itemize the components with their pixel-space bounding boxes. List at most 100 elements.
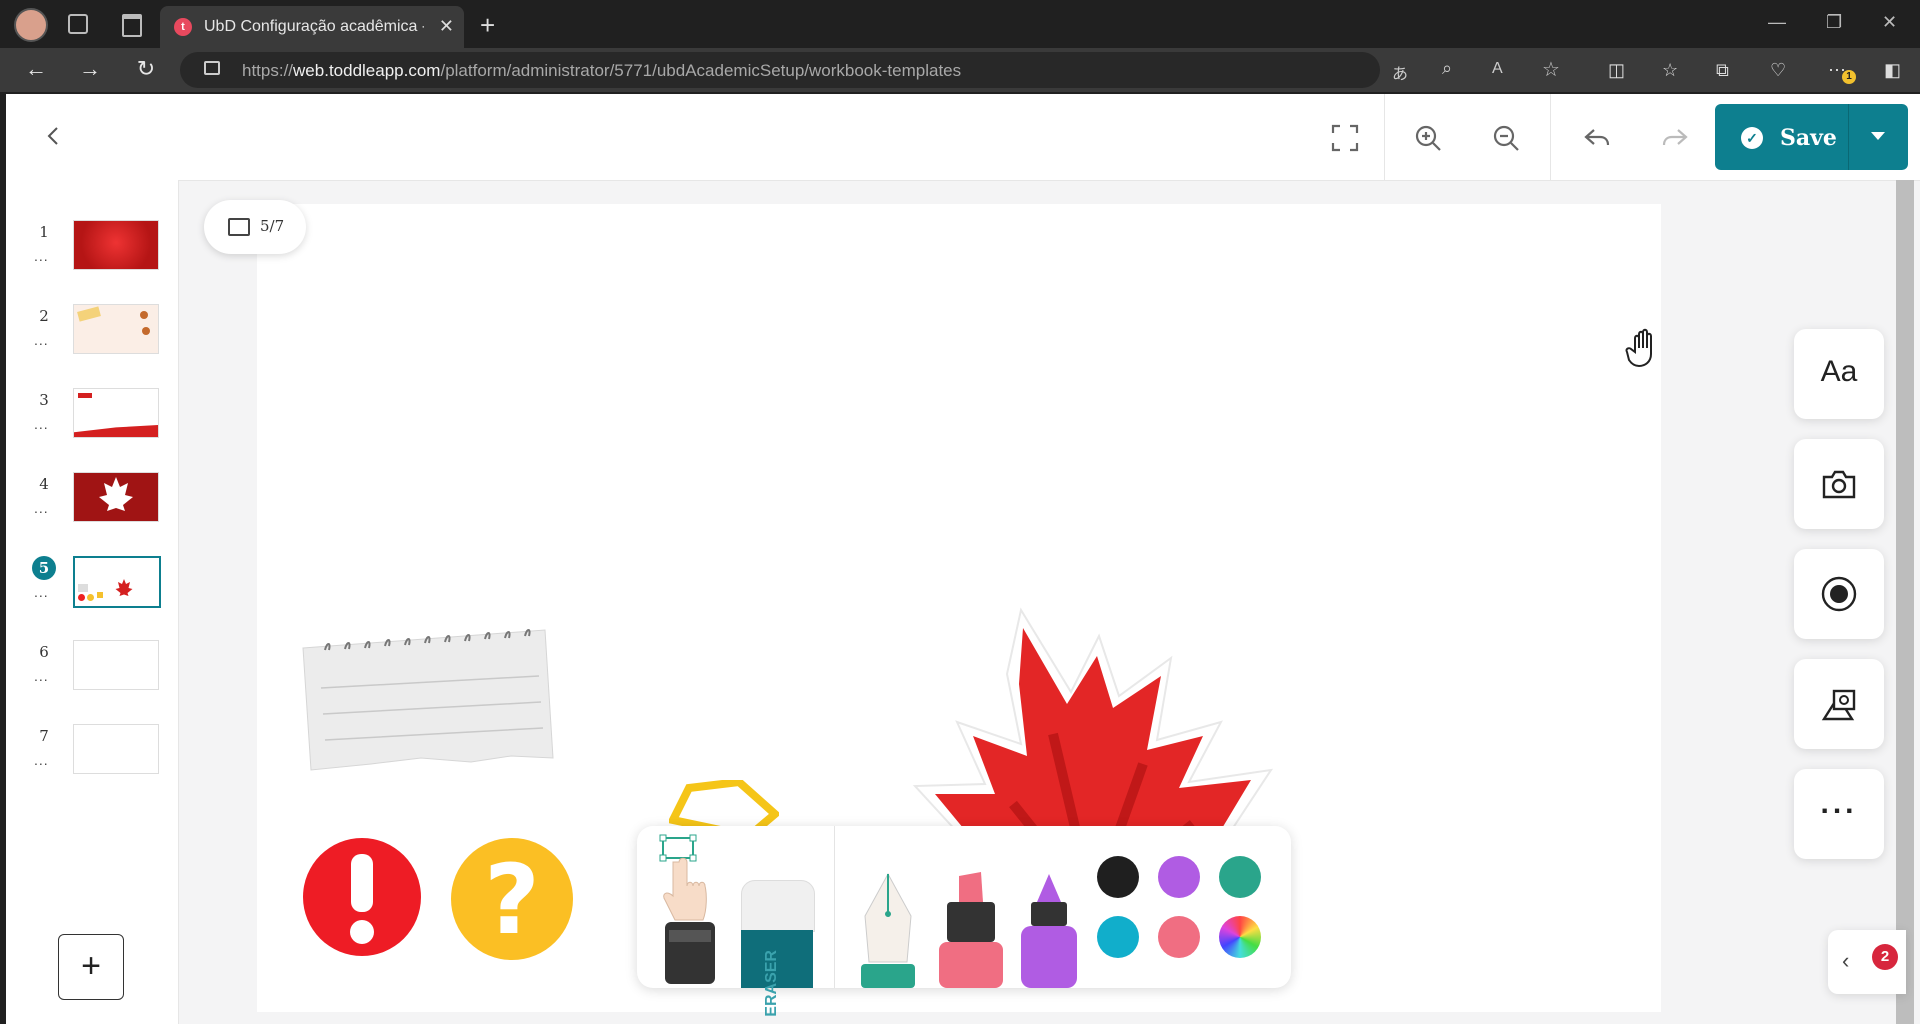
slide-item-1[interactable]: 1 ... bbox=[26, 220, 166, 272]
browser-health-icon[interactable]: ♡ bbox=[1770, 60, 1786, 81]
expand-panel-button[interactable]: ‹ 2 bbox=[1828, 930, 1906, 994]
slide-thumbnail[interactable] bbox=[73, 556, 161, 608]
slide-options-icon[interactable]: ... bbox=[34, 248, 49, 264]
slide-item-3[interactable]: 3 ... bbox=[26, 388, 166, 440]
active-tab[interactable]: t UbD Configuração acadêmica - M ✕ bbox=[160, 6, 464, 48]
thumb-decoration bbox=[78, 584, 88, 592]
slide-options-icon[interactable]: ... bbox=[34, 332, 49, 348]
camera-icon bbox=[1822, 470, 1856, 499]
color-swatch-black[interactable] bbox=[1097, 856, 1139, 898]
slide-item-4[interactable]: 4 ... bbox=[26, 472, 166, 524]
color-swatch-pink[interactable] bbox=[1158, 916, 1200, 958]
sidebar-toggle-icon[interactable]: ◧ bbox=[1884, 60, 1901, 81]
back-icon[interactable]: ← bbox=[22, 56, 50, 82]
add-slide-button[interactable]: + bbox=[58, 934, 124, 1000]
undo-icon[interactable] bbox=[1582, 122, 1614, 154]
redo-icon[interactable] bbox=[1658, 122, 1690, 154]
slides-sidebar: 1 ... 2 ... 3 ... 4 ... 5 ... 6 ... 7 ..… bbox=[6, 180, 179, 1024]
minimize-icon[interactable]: — bbox=[1768, 12, 1786, 33]
slide-options-icon[interactable]: ... bbox=[34, 668, 49, 684]
slide-thumbnail[interactable] bbox=[73, 388, 159, 438]
slide-item-6[interactable]: 6 ... bbox=[26, 640, 166, 692]
notepad-paper-sticker[interactable] bbox=[301, 628, 563, 778]
color-swatch-cyan[interactable] bbox=[1097, 916, 1139, 958]
eraser-tool[interactable]: ERASER bbox=[741, 880, 815, 1017]
restore-icon[interactable]: ❐ bbox=[1826, 12, 1842, 33]
slide-item-7[interactable]: 7 ... bbox=[26, 724, 166, 776]
favorites-icon[interactable]: ☆ bbox=[1662, 60, 1678, 81]
thumb-decoration bbox=[78, 594, 85, 601]
thumb-decoration bbox=[87, 594, 94, 601]
url-field[interactable]: https://web.toddleapp.com/platform/admin… bbox=[180, 52, 1560, 88]
slide-number: 4 bbox=[39, 475, 49, 493]
profile-avatar[interactable] bbox=[14, 8, 48, 42]
lock-icon[interactable] bbox=[204, 61, 220, 75]
slide-thumbnail[interactable] bbox=[73, 724, 159, 774]
thumb-decoration bbox=[77, 306, 101, 322]
thumb-decoration bbox=[142, 327, 150, 335]
slide-options-icon[interactable]: ... bbox=[34, 416, 49, 432]
back-chevron-icon[interactable] bbox=[42, 124, 66, 148]
exclamation-mark bbox=[351, 854, 373, 912]
slide-thumbnail[interactable] bbox=[73, 472, 159, 522]
slide-options-icon[interactable]: ... bbox=[34, 500, 49, 516]
exclamation-sticker[interactable] bbox=[303, 838, 421, 956]
favorite-star-icon[interactable]: ☆ bbox=[1542, 57, 1560, 82]
zoom-out-icon[interactable] bbox=[1490, 122, 1522, 154]
slide-thumbnail[interactable] bbox=[73, 304, 159, 354]
highlighter-pink-tool[interactable] bbox=[935, 872, 1007, 988]
drawbar-divider bbox=[834, 826, 835, 988]
tab-actions-icon[interactable] bbox=[122, 14, 142, 37]
maple-leaf-icon bbox=[115, 579, 133, 596]
notification-badge: 2 bbox=[1872, 944, 1898, 970]
vertical-scrollbar[interactable] bbox=[1896, 180, 1914, 1024]
zoom-in-icon[interactable] bbox=[1412, 122, 1444, 154]
new-tab-button[interactable]: + bbox=[480, 10, 495, 41]
marker-purple-tool[interactable] bbox=[1017, 872, 1081, 988]
slide-counter[interactable]: 5/7 bbox=[204, 200, 306, 254]
select-tool[interactable] bbox=[659, 834, 719, 984]
thumb-decoration bbox=[140, 311, 148, 319]
workspaces-icon[interactable] bbox=[68, 14, 88, 34]
shapes-image-button[interactable] bbox=[1794, 659, 1884, 749]
zoom-icon[interactable]: ⌕ bbox=[1442, 58, 1452, 79]
text-tool-button[interactable]: Aa bbox=[1794, 329, 1884, 419]
close-window-icon[interactable]: ✕ bbox=[1882, 12, 1897, 33]
url-text: https://web.toddleapp.com/platform/admin… bbox=[242, 61, 962, 80]
drawing-toolbar: ERASER bbox=[637, 826, 1291, 1017]
camera-button[interactable] bbox=[1794, 439, 1884, 529]
record-button[interactable] bbox=[1794, 549, 1884, 639]
workbook-editor: ✓ Save 1 ... 2 ... 3 ... 4 ... 5 ... 6 .… bbox=[6, 94, 1920, 1024]
editor-toolbar: ✓ Save bbox=[6, 94, 1920, 181]
fountain-pen-tool[interactable] bbox=[853, 872, 923, 988]
hand-cursor-icon bbox=[1625, 328, 1652, 368]
slide-options-icon[interactable]: ... bbox=[34, 752, 49, 768]
slide-thumbnail[interactable] bbox=[73, 640, 159, 690]
slide-options-icon[interactable]: ... bbox=[34, 584, 49, 600]
toolbar-divider bbox=[1384, 94, 1385, 180]
slide-number: 7 bbox=[39, 727, 49, 745]
collections-icon[interactable]: ⧉ bbox=[1716, 60, 1729, 81]
tab-title: UbD Configuração acadêmica - M bbox=[204, 18, 424, 35]
split-screen-icon[interactable]: ◫ bbox=[1608, 60, 1625, 81]
question-sticker[interactable]: ? bbox=[451, 838, 573, 960]
record-icon bbox=[1821, 576, 1857, 612]
slide-item-2[interactable]: 2 ... bbox=[26, 304, 166, 356]
slide-number: 5 bbox=[32, 556, 56, 580]
save-button[interactable]: ✓ Save bbox=[1715, 104, 1849, 170]
slide-thumbnail[interactable] bbox=[73, 220, 159, 270]
color-swatch-purple[interactable] bbox=[1158, 856, 1200, 898]
read-aloud-translate-icon[interactable]: あ bbox=[1392, 60, 1408, 84]
slide-item-5[interactable]: 5 ... bbox=[26, 556, 166, 608]
refresh-icon[interactable]: ↻ bbox=[132, 56, 160, 82]
forward-icon[interactable]: → bbox=[76, 56, 104, 82]
address-bar: ← → ↻ https://web.toddleapp.com/platform… bbox=[0, 48, 1920, 92]
save-options-dropdown[interactable] bbox=[1849, 104, 1908, 170]
slide-number: 6 bbox=[39, 643, 49, 661]
color-swatch-green[interactable] bbox=[1219, 856, 1261, 898]
close-tab-icon[interactable]: ✕ bbox=[439, 16, 454, 37]
fullscreen-icon[interactable] bbox=[1329, 122, 1361, 154]
read-aloud-icon[interactable]: A bbox=[1492, 60, 1503, 78]
more-tools-button[interactable]: ... bbox=[1794, 769, 1884, 859]
color-picker-wheel[interactable] bbox=[1219, 916, 1261, 958]
